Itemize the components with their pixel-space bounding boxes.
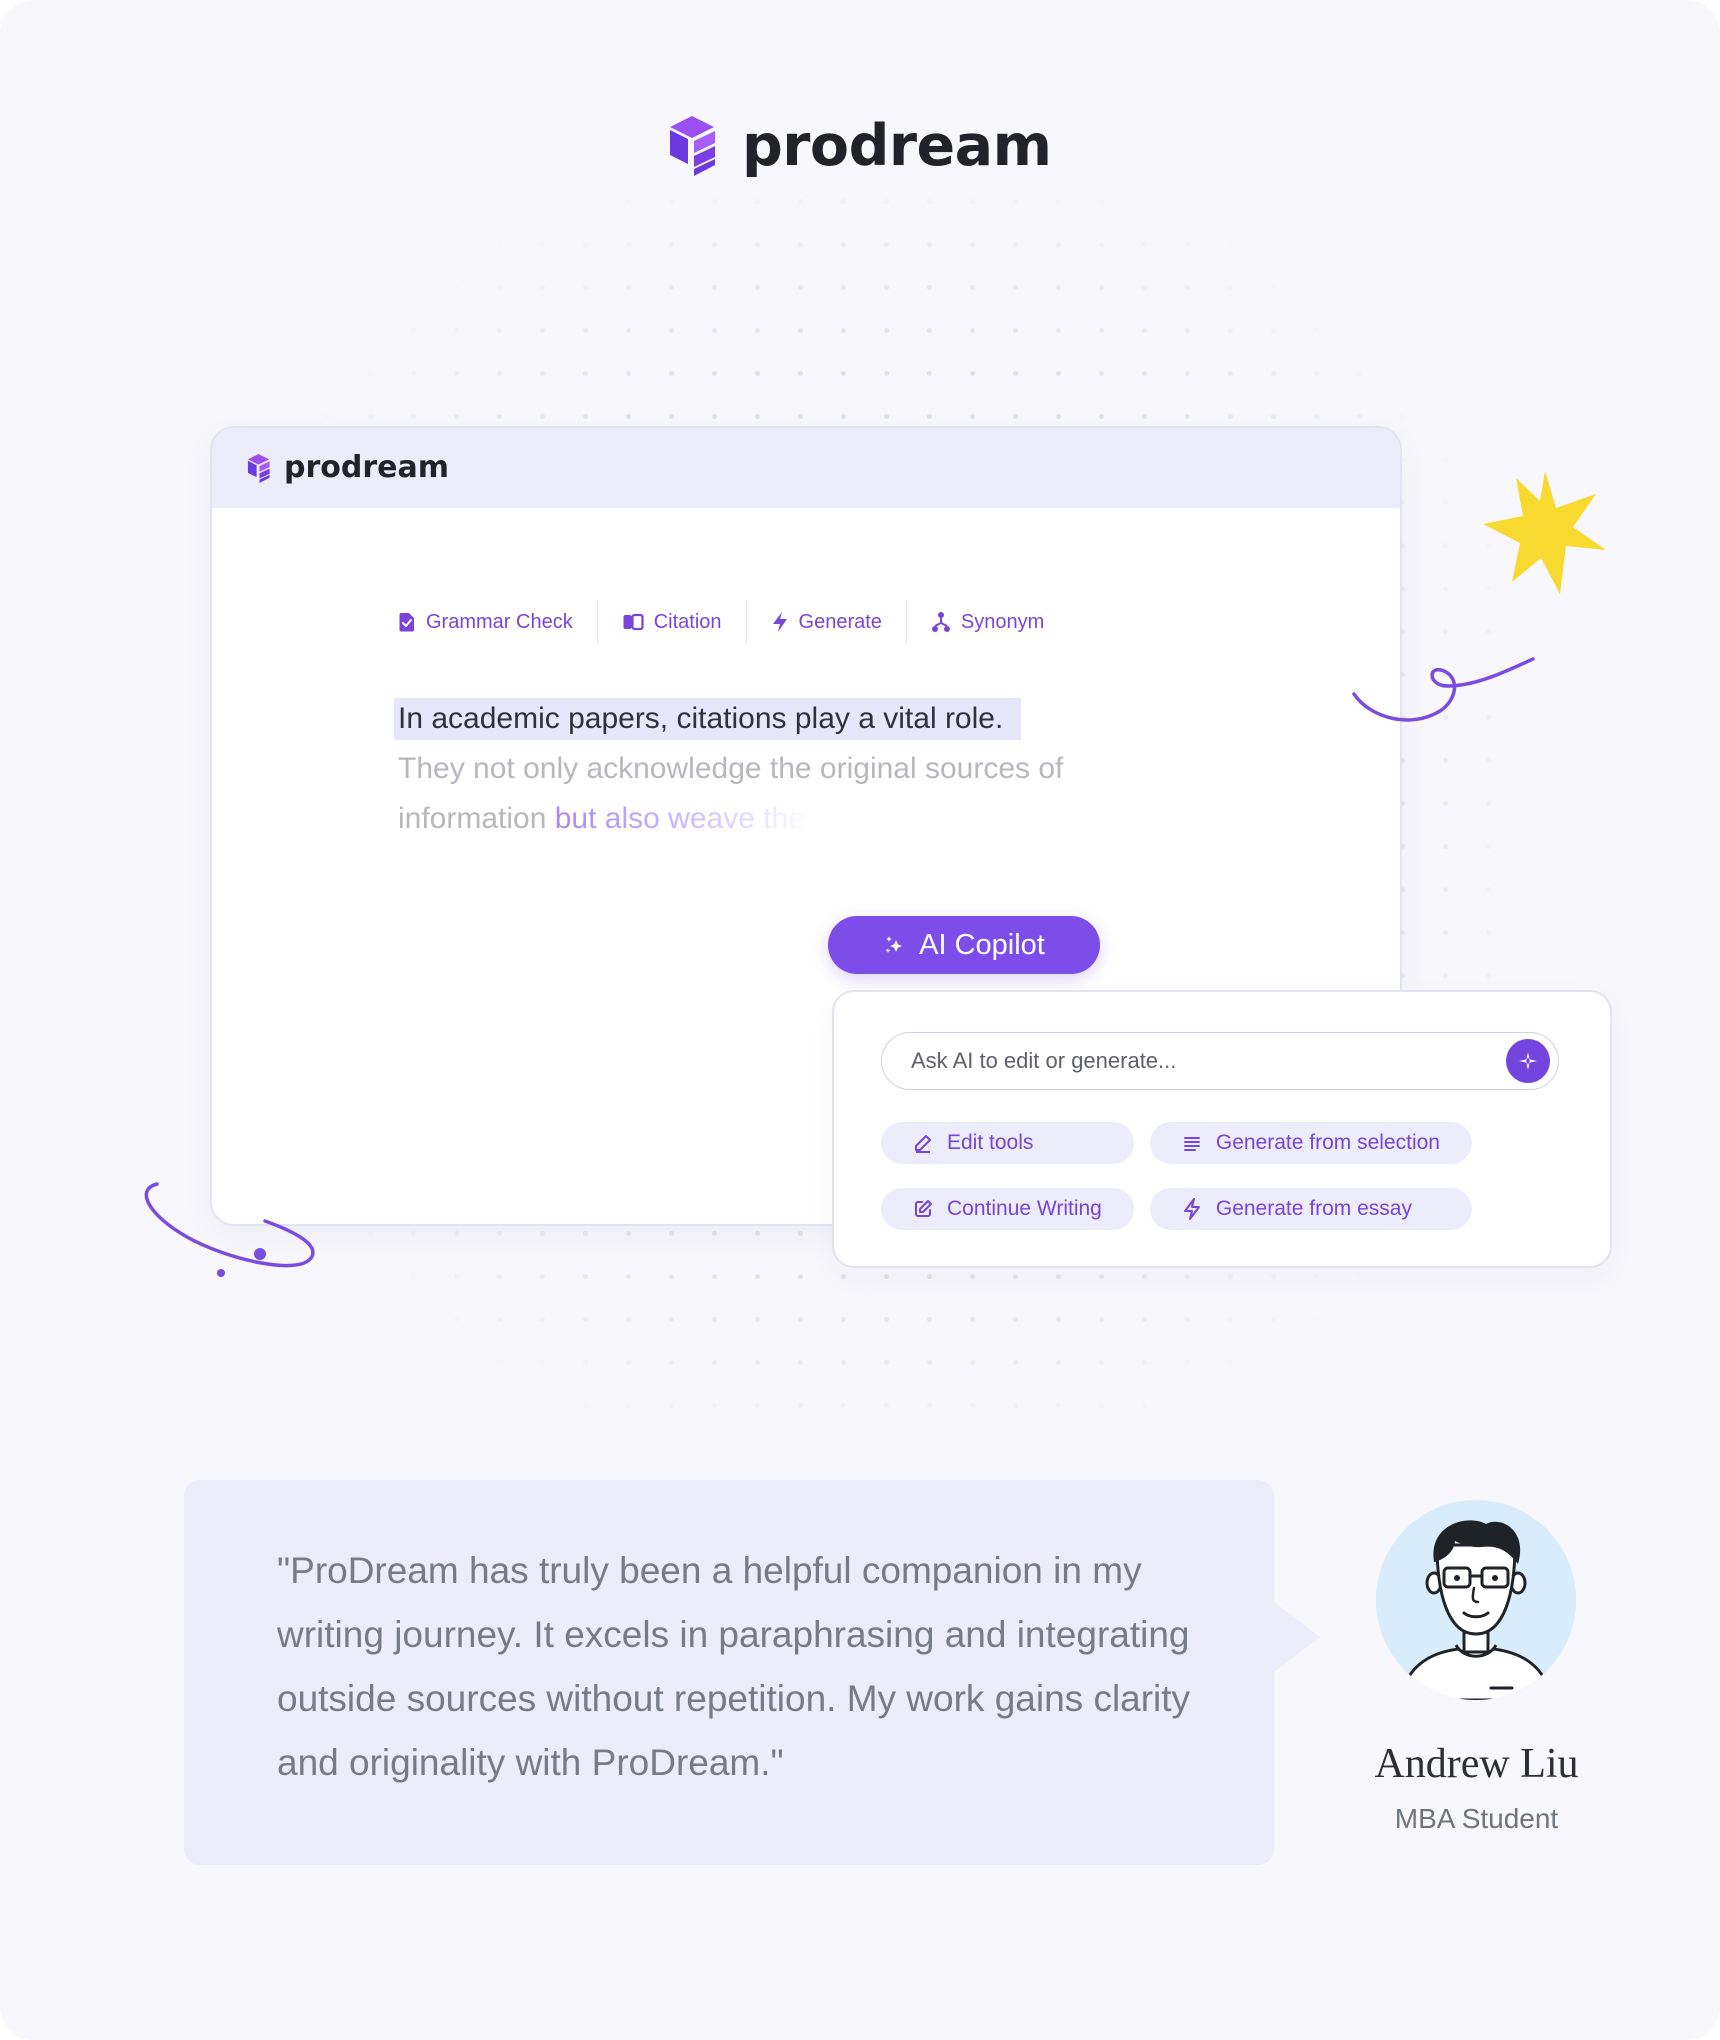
testimonial-quote: "ProDream has truly been a helpful compa… bbox=[277, 1550, 1191, 1783]
ai-copilot-button[interactable]: AI Copilot bbox=[828, 916, 1100, 974]
ai-action-chips: Edit tools Generate from selection Conti… bbox=[881, 1122, 1581, 1230]
editor-content[interactable]: In academic papers, citations play a vit… bbox=[394, 694, 1198, 844]
continue-writing-chip[interactable]: Continue Writing bbox=[881, 1188, 1134, 1230]
edit-tools-label: Edit tools bbox=[947, 1131, 1034, 1154]
selected-text[interactable]: In academic papers, citations play a vit… bbox=[394, 698, 1022, 740]
editor-header: prodream bbox=[212, 428, 1400, 508]
brand-logo-top: prodream bbox=[666, 112, 1052, 180]
ai-copilot-panel: Edit tools Generate from selection Conti… bbox=[832, 990, 1612, 1268]
generate-label: Generate bbox=[798, 610, 882, 633]
ai-copilot-label: AI Copilot bbox=[919, 928, 1045, 961]
ai-submit-button[interactable] bbox=[1506, 1039, 1550, 1083]
edit-square-icon bbox=[915, 1200, 932, 1217]
sparkle-icon bbox=[885, 936, 903, 953]
generate-icon bbox=[772, 612, 787, 632]
grammar-check-label: Grammar Check bbox=[426, 610, 573, 633]
avatar bbox=[1376, 1500, 1576, 1700]
grammar-check-button[interactable]: Grammar Check bbox=[398, 600, 598, 644]
synonym-label: Synonym bbox=[960, 610, 1045, 633]
lightning-icon bbox=[1183, 1198, 1200, 1220]
edit-tools-chip[interactable]: Edit tools bbox=[881, 1122, 1134, 1164]
editor-brand-name: prodream bbox=[284, 450, 449, 485]
pencil-icon bbox=[915, 1135, 931, 1153]
speech-bubble-tail bbox=[1274, 1602, 1320, 1672]
sparkle-submit-icon bbox=[1519, 1052, 1537, 1070]
generate-button[interactable]: Generate bbox=[747, 600, 907, 644]
testimonial-author-name: Andrew Liu bbox=[1374, 1741, 1579, 1787]
prodream-logo-icon bbox=[670, 116, 715, 176]
grammar-check-icon bbox=[399, 613, 414, 632]
editor-toolbar: Grammar Check Citation Generate Synonym bbox=[398, 600, 1068, 644]
ai-prompt-input[interactable] bbox=[909, 1047, 1506, 1075]
star-icon bbox=[1483, 471, 1606, 594]
generate-from-essay-label: Generate from essay bbox=[1215, 1197, 1412, 1220]
page-background: prodream prodream Grammar Check Citation… bbox=[0, 0, 1720, 2040]
prodream-logo-icon bbox=[247, 453, 270, 483]
generate-from-selection-label: Generate from selection bbox=[1215, 1131, 1440, 1154]
generate-from-essay-chip[interactable]: Generate from essay bbox=[1149, 1188, 1472, 1230]
synonym-icon bbox=[931, 612, 950, 632]
synonym-button[interactable]: Synonym bbox=[907, 600, 1068, 644]
generate-from-selection-chip[interactable]: Generate from selection bbox=[1149, 1122, 1472, 1164]
brand-name: prodream bbox=[742, 112, 1052, 179]
ai-prompt-box bbox=[881, 1032, 1559, 1090]
avatar-icon bbox=[1376, 1500, 1576, 1700]
orbit-icon bbox=[144, 1182, 315, 1277]
generated-text: but also weave the bbox=[554, 802, 805, 835]
testimonial-card: "ProDream has truly been a helpful compa… bbox=[184, 1480, 1320, 1865]
citation-label: Citation bbox=[653, 610, 722, 633]
citation-icon bbox=[623, 613, 644, 631]
citation-button[interactable]: Citation bbox=[598, 600, 747, 644]
continue-writing-label: Continue Writing bbox=[947, 1197, 1102, 1220]
testimonial-author-role: MBA Student bbox=[1394, 1803, 1559, 1834]
squiggle-icon bbox=[1352, 657, 1535, 722]
list-icon bbox=[1183, 1137, 1200, 1151]
